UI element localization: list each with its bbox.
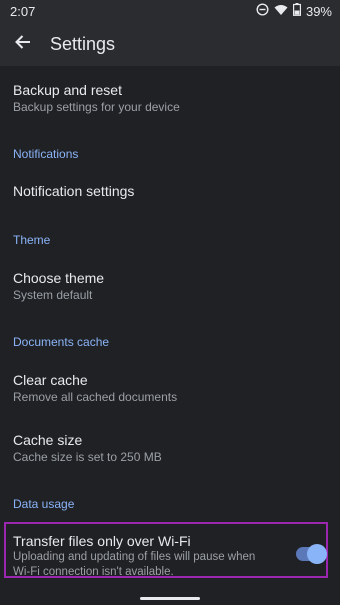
wifi-icon (274, 4, 288, 19)
cache-size-item[interactable]: Cache size Cache size is set to 250 MB (13, 431, 327, 465)
clear-cache-title: Clear cache (13, 372, 88, 388)
status-bar: 2:07 39% (0, 0, 340, 22)
wifi-only-subtitle-line1: Uploading and updating of files will pau… (13, 551, 256, 563)
home-gesture-handle[interactable] (140, 597, 200, 600)
cache-size-title: Cache size (13, 432, 83, 448)
wifi-only-toggle[interactable] (296, 544, 327, 564)
backup-title: Backup and reset (13, 82, 122, 98)
notification-settings-title: Notification settings (13, 183, 135, 199)
cache-size-subtitle: Cache size is set to 250 MB (13, 450, 162, 464)
clear-cache-item[interactable]: Clear cache Remove all cached documents (13, 371, 327, 405)
status-icons: 39% (256, 3, 332, 19)
choose-theme-item[interactable]: Choose theme System default (13, 269, 327, 303)
backup-and-reset-item[interactable]: Backup and reset Backup settings for you… (13, 81, 327, 115)
backup-subtitle: Backup settings for your device (13, 100, 180, 114)
wifi-only-item[interactable]: Transfer files only over Wi-Fi Uploading… (13, 532, 283, 580)
clear-cache-subtitle: Remove all cached documents (13, 390, 178, 404)
notifications-header: Notifications (13, 147, 79, 161)
back-button[interactable] (1, 22, 45, 66)
documents-cache-header: Documents cache (13, 335, 110, 349)
battery-percent: 39% (305, 3, 332, 19)
page-title: Settings (50, 33, 116, 54)
choose-theme-title: Choose theme (13, 270, 105, 286)
notification-settings-item[interactable]: Notification settings (13, 182, 327, 200)
wifi-only-subtitle-line2: Wi-Fi connection isn't available. (13, 566, 174, 578)
dnd-icon (256, 3, 269, 19)
arrow-back-icon (14, 33, 32, 56)
toggle-knob (307, 544, 327, 564)
theme-header: Theme (13, 233, 51, 247)
navigation-bar (0, 590, 340, 605)
status-time: 2:07 (10, 3, 36, 19)
wifi-only-title: Transfer files only over Wi-Fi (13, 533, 191, 549)
data-usage-header: Data usage (13, 497, 75, 511)
battery-icon (292, 3, 301, 19)
app-bar: Settings (0, 22, 340, 66)
choose-theme-subtitle: System default (13, 288, 93, 302)
